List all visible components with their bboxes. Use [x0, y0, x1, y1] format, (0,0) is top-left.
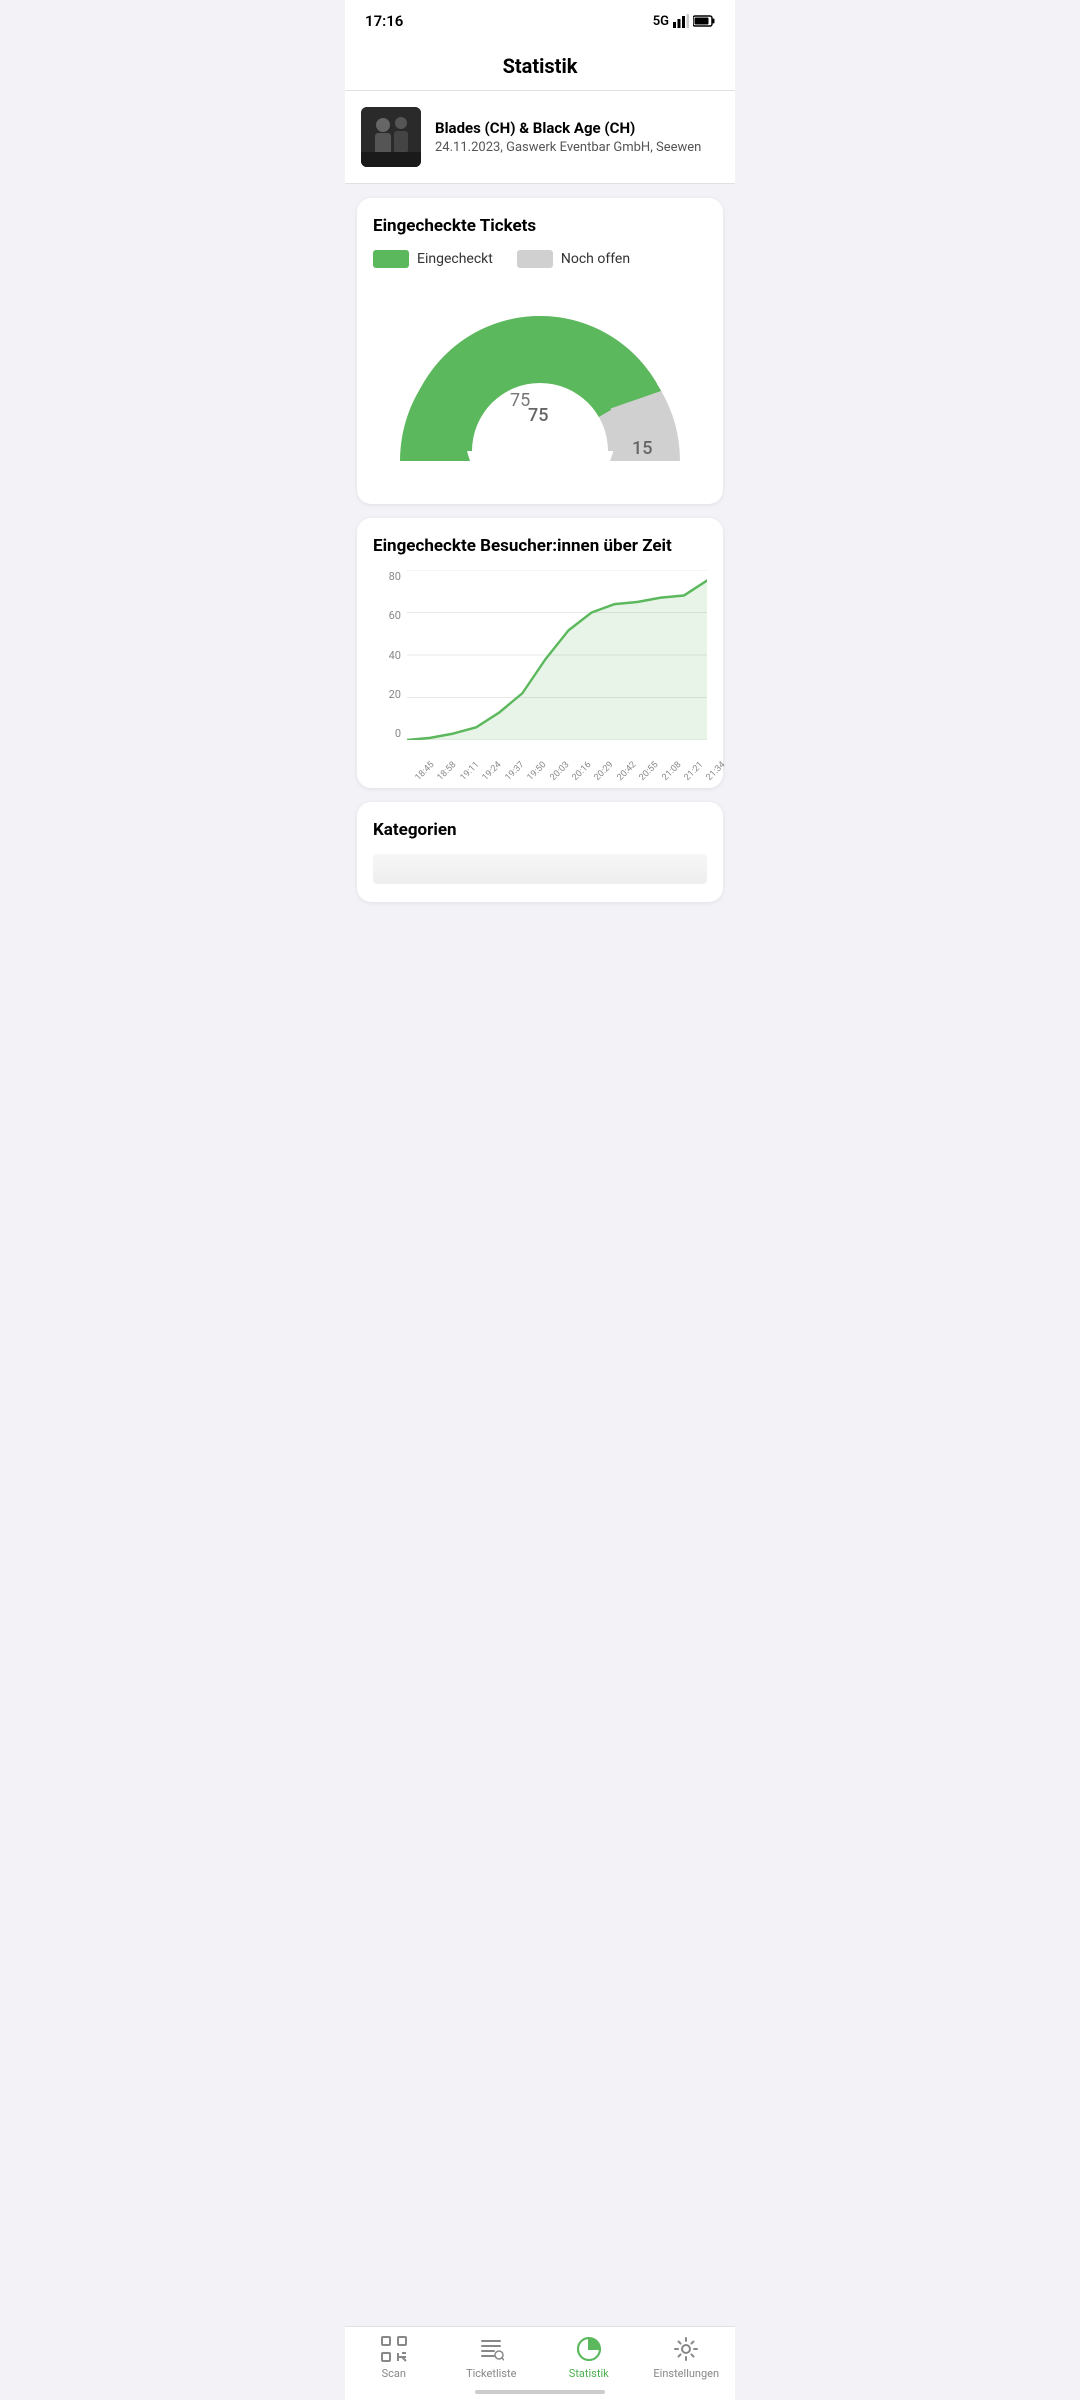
- network-icon: 5G: [653, 14, 669, 29]
- page-title: Statistik: [503, 54, 578, 78]
- scan-icon-svg: [381, 2336, 407, 2362]
- legend-still-open: Noch offen: [517, 250, 630, 268]
- status-icons: 5G: [653, 14, 715, 29]
- x-label-2108: 21:08: [660, 760, 683, 783]
- x-label-2016: 20:16: [571, 760, 594, 783]
- y-axis: 80 60 40 20 0: [373, 570, 401, 740]
- event-thumb-svg: [361, 107, 421, 167]
- x-label-1845: 18:45: [414, 760, 437, 783]
- x-label-1924: 19:24: [481, 760, 504, 783]
- donut-chart-container: 75 15: [373, 286, 707, 486]
- nav-label-einstellungen: Einstellungen: [653, 2367, 719, 2380]
- nav-item-ticketliste[interactable]: Ticketliste: [456, 2335, 526, 2380]
- x-label-2134: 21:34: [705, 760, 728, 783]
- y-label-60: 60: [373, 609, 401, 622]
- checked-in-label: Eingecheckt: [417, 251, 493, 267]
- status-bar: 17:16 5G: [345, 0, 735, 38]
- nav-label-ticketliste: Ticketliste: [466, 2367, 516, 2380]
- y-label-80: 80: [373, 570, 401, 583]
- scan-icon: [380, 2335, 408, 2363]
- einstellungen-icon: [672, 2335, 700, 2363]
- x-label-2029: 20:29: [593, 760, 616, 783]
- donut-gray-value: 15: [632, 438, 652, 459]
- nav-item-einstellungen[interactable]: Einstellungen: [651, 2335, 721, 2380]
- line-fill-area: [407, 581, 707, 740]
- donut-chart: 75 15: [380, 286, 700, 486]
- chart-legend: Eingecheckt Noch offen: [373, 250, 707, 268]
- timeline-card: Eingecheckte Besucher:innen über Zeit 80…: [357, 518, 723, 788]
- checked-in-title: Eingecheckte Tickets: [373, 216, 707, 236]
- legend-checked-in: Eingecheckt: [373, 250, 493, 268]
- x-label-1858: 18:58: [436, 760, 459, 783]
- nav-label-statistik: Statistik: [569, 2367, 609, 2380]
- nav-item-statistik[interactable]: Statistik: [554, 2335, 624, 2380]
- bottom-nav: Scan Ticketliste: [345, 2326, 735, 2400]
- kategorien-placeholder: [373, 854, 707, 884]
- ticketliste-icon: [477, 2335, 505, 2363]
- nav-item-scan[interactable]: Scan: [359, 2335, 429, 2380]
- timeline-title: Eingecheckte Besucher:innen über Zeit: [373, 536, 707, 556]
- battery-icon: [693, 15, 715, 27]
- checked-in-card: Eingecheckte Tickets Eingecheckt Noch of…: [357, 198, 723, 504]
- event-thumbnail: [361, 107, 421, 167]
- statistik-icon: [575, 2335, 603, 2363]
- x-label-2121: 21:21: [683, 760, 706, 783]
- event-row: Blades (CH) & Black Age (CH) 24.11.2023,…: [345, 91, 735, 184]
- home-indicator: [475, 2390, 605, 2394]
- still-open-label: Noch offen: [561, 251, 630, 267]
- x-axis: 18:45 18:58 19:11 19:24 19:37 19:50 20:0…: [407, 742, 707, 770]
- line-chart-svg: [407, 570, 707, 740]
- chart-area: [407, 570, 707, 740]
- x-label-1911: 19:11: [458, 760, 481, 783]
- y-label-0: 0: [373, 727, 401, 740]
- nav-label-scan: Scan: [382, 2367, 406, 2380]
- y-label-40: 40: [373, 649, 401, 662]
- still-open-swatch: [517, 250, 553, 268]
- kategorien-card: Kategorien: [357, 802, 723, 902]
- x-label-2055: 20:55: [638, 760, 661, 783]
- y-label-20: 20: [373, 688, 401, 701]
- x-label-2003: 20:03: [548, 760, 571, 783]
- signal-icon: [673, 14, 689, 28]
- event-details: 24.11.2023, Gaswerk Eventbar GmbH, Seewe…: [435, 140, 701, 155]
- checked-in-swatch: [373, 250, 409, 268]
- page-header: Statistik: [345, 38, 735, 91]
- einstellungen-icon-svg: [673, 2336, 699, 2362]
- x-label-1950: 19:50: [526, 760, 549, 783]
- x-label-2042: 20:42: [615, 760, 638, 783]
- line-chart-wrap: 80 60 40 20 0: [373, 570, 707, 770]
- donut-green-value: 75: [528, 405, 548, 426]
- kategorien-title: Kategorien: [373, 820, 707, 840]
- bottom-spacer: [345, 916, 735, 996]
- statistik-icon-svg: [576, 2336, 602, 2362]
- event-name: Blades (CH) & Black Age (CH): [435, 119, 701, 139]
- x-label-1937: 19:37: [503, 760, 526, 783]
- ticketliste-icon-svg: [478, 2336, 504, 2362]
- status-time: 17:16: [365, 12, 403, 30]
- event-info: Blades (CH) & Black Age (CH) 24.11.2023,…: [435, 119, 701, 156]
